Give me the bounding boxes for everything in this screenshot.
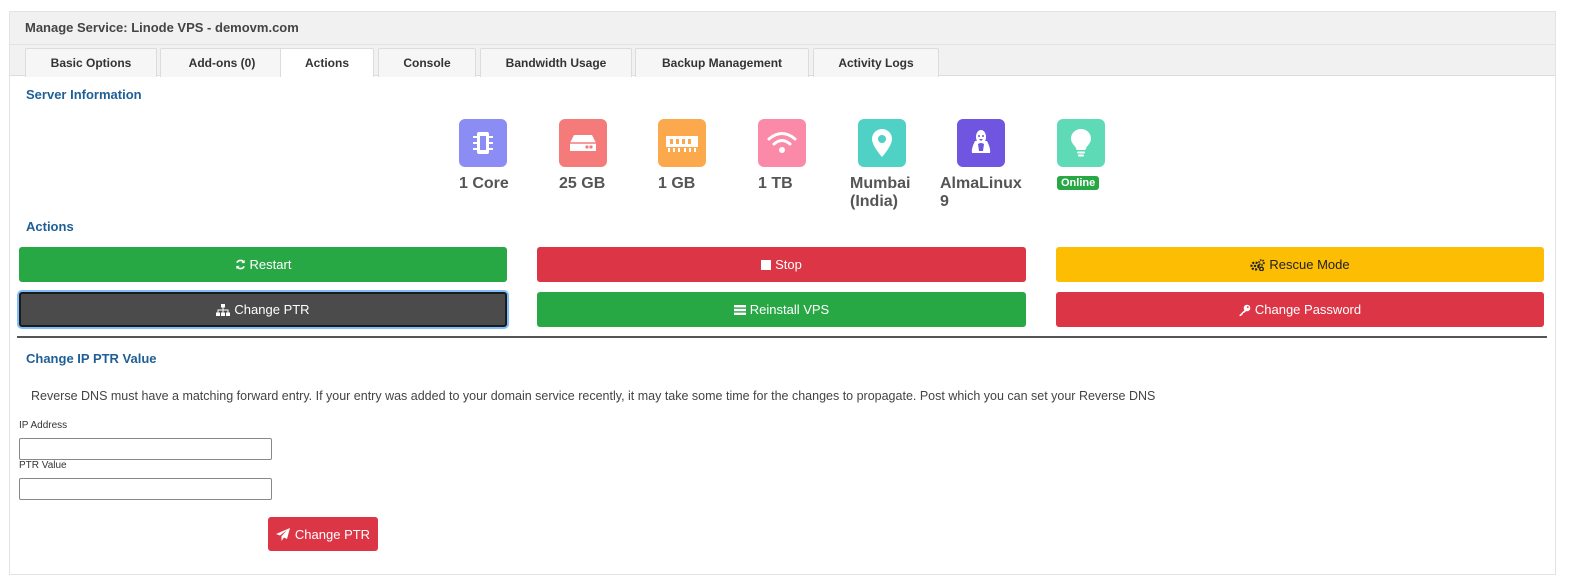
stop-button-label: Stop [775, 257, 802, 272]
change-password-button[interactable]: Change Password [1056, 292, 1544, 327]
tab-activity-logs[interactable]: Activity Logs [813, 48, 939, 77]
paper-plane-icon [275, 527, 290, 541]
stat-memory: 1 GB [658, 119, 722, 193]
change-ptr-title: Change IP PTR Value [26, 351, 157, 366]
ptr-description: Reverse DNS must have a matching forward… [31, 389, 1156, 403]
tab-basic-options[interactable]: Basic Options [25, 48, 157, 77]
sitemap-icon [216, 303, 231, 316]
restart-button-label: Restart [249, 257, 292, 272]
stat-location: Mumbai (India) [850, 119, 930, 211]
memory-icon [658, 119, 706, 167]
ip-address-label: IP Address [19, 420, 68, 431]
stat-status: Online [1057, 119, 1117, 191]
panel-title: Manage Service: Linode VPS - demovm.com [25, 20, 299, 35]
ip-address-input[interactable] [19, 438, 272, 460]
restart-button[interactable]: Restart [19, 247, 507, 282]
location-icon [858, 119, 906, 167]
linux-icon [957, 119, 1005, 167]
section-divider [17, 336, 1547, 338]
stop-icon [761, 259, 772, 270]
cpu-icon [459, 119, 507, 167]
key-icon [1239, 304, 1251, 316]
ptr-value-label: PTR Value [19, 460, 67, 471]
change-ptr-submit-label: Change PTR [294, 526, 371, 542]
rescue-mode-button-label: Rescue Mode [1269, 257, 1350, 272]
change-ptr-submit-button[interactable]: Change PTR [268, 517, 378, 551]
stat-cpu-value: 1 Core [459, 175, 509, 192]
tab-actions[interactable]: Actions [280, 48, 374, 77]
change-ptr-action-button[interactable]: Change PTR [19, 292, 507, 327]
tab-add-ons[interactable]: Add-ons (0) [160, 48, 284, 77]
change-ptr-action-label: Change PTR [234, 302, 310, 317]
stat-memory-value: 1 GB [658, 175, 696, 192]
status-icon [1057, 119, 1105, 167]
bandwidth-icon [758, 119, 806, 167]
stat-storage-value: 25 GB [559, 175, 606, 192]
refresh-icon [235, 259, 246, 270]
panel-header: Manage Service: Linode VPS - demovm.com [10, 12, 1555, 45]
status-badge: Online [1057, 176, 1100, 190]
list-icon [733, 304, 746, 315]
tab-bar: Basic Options Add-ons (0) Actions Consol… [10, 45, 1555, 77]
change-password-button-label: Change Password [1254, 302, 1362, 317]
stat-os-value: AlmaLinux 9 [940, 175, 1022, 210]
ptr-value-input[interactable] [19, 478, 272, 500]
actions-title: Actions [26, 219, 74, 234]
stat-location-value: Mumbai (India) [850, 175, 911, 210]
stat-cpu: 1 Core [459, 119, 523, 193]
tab-bandwidth-usage[interactable]: Bandwidth Usage [480, 48, 632, 77]
stat-bandwidth: 1 TB [758, 119, 822, 193]
gears-icon [1250, 258, 1266, 271]
reinstall-vps-button-label: Reinstall VPS [749, 302, 830, 317]
tab-console[interactable]: Console [378, 48, 476, 77]
stat-os: AlmaLinux 9 [940, 119, 1030, 211]
reinstall-vps-button[interactable]: Reinstall VPS [537, 292, 1026, 327]
stop-button[interactable]: Stop [537, 247, 1026, 282]
server-information-title: Server Information [26, 87, 142, 102]
rescue-mode-button[interactable]: Rescue Mode [1056, 247, 1544, 282]
storage-icon [559, 119, 607, 167]
tab-backup-management[interactable]: Backup Management [635, 48, 809, 77]
stat-storage: 25 GB [559, 119, 623, 193]
stat-bandwidth-value: 1 TB [758, 175, 793, 192]
